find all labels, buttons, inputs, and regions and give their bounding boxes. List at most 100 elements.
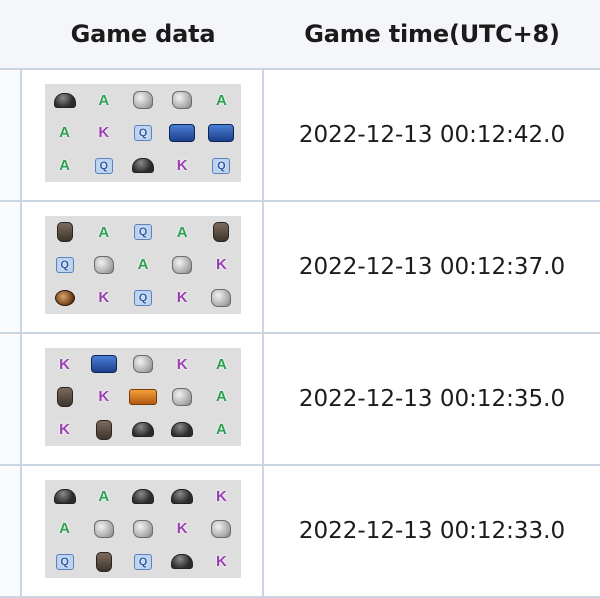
table-row: K K A K A K A 2022-12-13 00:12:35.0 — [0, 334, 600, 466]
column-divider — [20, 466, 22, 596]
slot-cell — [129, 87, 157, 113]
header-game-time: Game time(UTC+8) — [304, 20, 560, 48]
letter-a-symbol-icon: A — [59, 124, 71, 142]
column-divider — [20, 334, 22, 464]
slot-cell: Q — [129, 549, 157, 575]
letter-a-symbol-icon: A — [98, 91, 110, 109]
slot-cell — [90, 417, 118, 443]
slot-cell: Q — [51, 252, 79, 278]
row-gutter — [0, 70, 20, 200]
slot-cell: Q — [129, 285, 157, 311]
game-time-value: 2022-12-13 00:12:42.0 — [298, 122, 566, 148]
bag-symbol-icon — [95, 419, 112, 440]
helmet-symbol-icon — [131, 158, 154, 174]
rock-symbol-icon — [172, 387, 193, 406]
slot-cell — [51, 483, 79, 509]
slot-cell — [51, 285, 79, 311]
slot-cell: K — [168, 153, 196, 179]
wild-symbol-icon — [90, 355, 117, 374]
scatter-symbol-icon — [128, 388, 157, 405]
slot-cell: A — [90, 87, 118, 113]
row-gutter — [0, 202, 20, 332]
rock-symbol-icon — [132, 91, 153, 110]
slot-cell — [168, 120, 196, 146]
slot-cell: K — [168, 516, 196, 542]
bag-symbol-icon — [213, 222, 230, 243]
table-row: A A A K Q A Q K Q 2022-12-13 00:12:42.0 — [0, 70, 600, 202]
slot-cell — [51, 219, 79, 245]
wild-symbol-icon — [208, 123, 235, 142]
slot-result-grid: AAAKQAQKQ — [45, 84, 241, 182]
rock-symbol-icon — [132, 519, 153, 538]
slot-result-grid: A K A K Q Q K — [45, 480, 241, 578]
letter-q-symbol-icon: Q — [133, 224, 152, 241]
slot-cell: Q — [129, 120, 157, 146]
letter-a-symbol-icon: A — [98, 223, 110, 241]
letter-q-symbol-icon: Q — [133, 289, 152, 306]
rock-symbol-icon — [132, 355, 153, 374]
helmet-symbol-icon — [53, 488, 76, 504]
letter-q-symbol-icon: Q — [133, 553, 152, 570]
slot-cell: A — [207, 417, 235, 443]
letter-k-symbol-icon: K — [98, 388, 110, 406]
rock-symbol-icon — [211, 519, 232, 538]
row-gutter — [0, 466, 20, 596]
slot-cell: K — [168, 285, 196, 311]
helmet-symbol-icon — [53, 92, 76, 108]
letter-k-symbol-icon: K — [176, 289, 188, 307]
header-game-data: Game data — [70, 20, 216, 48]
letter-q-symbol-icon: Q — [55, 553, 74, 570]
bomb-symbol-icon — [54, 289, 75, 306]
letter-a-symbol-icon: A — [215, 355, 227, 373]
slot-cell: A — [51, 120, 79, 146]
slot-cell — [90, 549, 118, 575]
slot-cell: K — [168, 351, 196, 377]
row-gutter — [0, 334, 20, 464]
slot-cell — [168, 417, 196, 443]
letter-k-symbol-icon: K — [176, 157, 188, 175]
slot-cell: A — [207, 351, 235, 377]
slot-result-grid: K K A K A K A — [45, 348, 241, 446]
bag-symbol-icon — [95, 551, 112, 572]
slot-cell — [168, 483, 196, 509]
slot-cell — [207, 219, 235, 245]
slot-cell: A — [51, 516, 79, 542]
slot-cell: K — [90, 285, 118, 311]
letter-k-symbol-icon: K — [215, 553, 227, 571]
slot-cell — [90, 516, 118, 542]
game-history-table: Game data Game time(UTC+8) A A A K Q A Q K Q 2022… — [0, 0, 600, 598]
slot-cell — [207, 285, 235, 311]
slot-cell: Q — [129, 219, 157, 245]
slot-result-grid: AQAQAKKQK — [45, 216, 241, 314]
rock-symbol-icon — [172, 255, 193, 274]
slot-cell — [129, 351, 157, 377]
game-time-value: 2022-12-13 00:12:35.0 — [298, 386, 566, 412]
slot-cell: K — [90, 120, 118, 146]
slot-cell: A — [51, 153, 79, 179]
column-divider — [20, 202, 22, 332]
letter-a-symbol-icon: A — [215, 91, 227, 109]
slot-cell — [128, 384, 157, 410]
helmet-symbol-icon — [171, 422, 194, 438]
slot-cell — [207, 120, 235, 146]
wild-symbol-icon — [169, 123, 196, 142]
slot-cell: Q — [51, 549, 79, 575]
slot-cell: A — [90, 219, 118, 245]
table-row: A Q A Q A K K Q K 2022-12-13 00:12:37.0 — [0, 202, 600, 334]
letter-a-symbol-icon: A — [176, 223, 188, 241]
slot-cell — [168, 87, 196, 113]
slot-cell: K — [51, 351, 79, 377]
rock-symbol-icon — [93, 255, 114, 274]
letter-k-symbol-icon: K — [59, 421, 71, 439]
game-time-value: 2022-12-13 00:12:33.0 — [298, 518, 566, 544]
slot-cell: K — [51, 417, 79, 443]
letter-q-symbol-icon: Q — [133, 124, 152, 141]
slot-cell — [129, 417, 157, 443]
slot-cell: K — [90, 384, 118, 410]
column-divider — [20, 70, 22, 200]
letter-q-symbol-icon: Q — [212, 157, 231, 174]
slot-cell — [129, 153, 157, 179]
game-time-value: 2022-12-13 00:12:37.0 — [298, 254, 566, 280]
helmet-symbol-icon — [131, 422, 154, 438]
slot-cell — [168, 384, 196, 410]
